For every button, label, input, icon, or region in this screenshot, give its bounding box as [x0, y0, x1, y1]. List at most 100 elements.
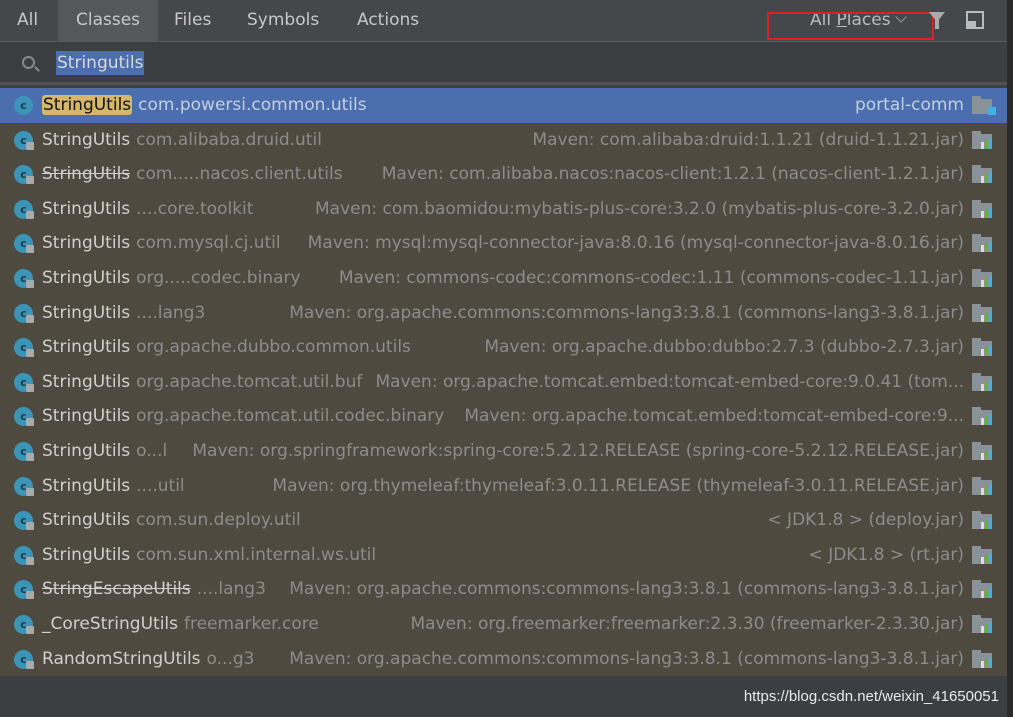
class-name: StringUtils com.sun.deploy.util [42, 503, 301, 537]
lock-icon [26, 418, 34, 427]
location-text: Maven: org.apache.dubbo:dubbo:2.7.3 (dub… [484, 337, 964, 358]
library-icon [972, 476, 994, 496]
tab-actions[interactable]: Actions [340, 0, 436, 42]
lock-icon [26, 556, 34, 565]
lock-icon [26, 349, 34, 358]
class-name-text: StringUtils [42, 510, 131, 531]
list-item[interactable]: c StringUtils ....core.toolkit Maven: com… [0, 192, 1007, 227]
list-item[interactable]: c StringUtils org.apache.dubbo.common.uti… [0, 330, 1007, 365]
lock-icon [26, 245, 34, 254]
class-name-text: StringUtils [42, 406, 131, 427]
package-name: org.apache.dubbo.common.utils [136, 337, 411, 358]
match-highlight: StringUtils [42, 95, 133, 115]
location-text: Maven: org.freemarker:freemarker:2.3.30 … [410, 613, 964, 634]
lock-icon [26, 279, 34, 288]
list-item[interactable]: c StringEscapeUtils ....lang3 Maven: org.… [0, 572, 1007, 607]
location-text: < JDK1.8 > (rt.jar) [808, 544, 964, 565]
lock-icon [26, 176, 34, 185]
package-name: o...g3 [206, 648, 255, 669]
location-text: Maven: com.baomidou:mybatis-plus-core:3.… [314, 198, 964, 219]
list-item[interactable]: c StringUtils o...l Maven: org.springfram… [0, 434, 1007, 469]
lock-icon [26, 141, 34, 150]
class-name-text: RandomStringUtils [42, 648, 201, 669]
list-item[interactable]: c StringUtils com.mysql.cj.util Maven: my… [0, 226, 1007, 261]
class-name: StringUtils org.....codec.binary [42, 261, 301, 295]
class-name: StringUtils com.powersi.common.utils [42, 88, 367, 122]
class-name: StringUtils com.sun.xml.internal.ws.util [42, 538, 376, 572]
package-name: com.sun.deploy.util [136, 510, 301, 531]
footer: https://blog.csdn.net/weixin_41650051 [0, 676, 1007, 717]
class-name: StringUtils com.alibaba.druid.util [42, 123, 322, 157]
list-item[interactable]: c StringUtils com.sun.xml.internal.ws.uti… [0, 538, 1007, 573]
tab-all[interactable]: All [0, 0, 55, 42]
annotation-red-box [767, 12, 934, 40]
lock-icon [26, 591, 34, 600]
list-item[interactable]: c StringUtils com.sun.deploy.util < JDK1.… [0, 503, 1007, 538]
class-name-text: StringUtils [42, 440, 131, 461]
list-item[interactable]: c StringUtils org.apache.tomcat.util.buf … [0, 365, 1007, 400]
results-list: c StringUtils com.powersi.common.utils po… [0, 88, 1007, 676]
list-item[interactable]: c _CoreStringUtils freemarker.core Maven:… [0, 607, 1007, 642]
package-name: org.apache.tomcat.util.buf [136, 371, 363, 392]
library-icon [972, 165, 994, 184]
list-item[interactable]: c StringUtils org.....codec.binary Maven:… [0, 261, 1007, 296]
location-text: Maven: org.springframework:spring-core:5… [192, 440, 964, 461]
lock-icon [26, 625, 34, 634]
class-icon: c [14, 96, 33, 115]
class-name-text: StringUtils [42, 475, 131, 496]
library-icon [972, 441, 994, 461]
lock-icon [26, 383, 34, 392]
class-name-text: StringUtils [42, 267, 131, 288]
filter-icon[interactable] [929, 12, 945, 29]
watermark: https://blog.csdn.net/weixin_41650051 [743, 688, 999, 705]
location-text: Maven: mysql:mysql-connector-java:8.0.16… [307, 233, 964, 254]
class-name: StringUtils ....lang3 [42, 296, 205, 330]
list-item[interactable]: c StringUtils ....util Maven: org.thymele… [0, 469, 1007, 504]
tab-classes[interactable]: Classes [58, 0, 159, 42]
package-name: com.sun.xml.internal.ws.util [136, 544, 377, 565]
list-item[interactable]: c StringUtils com.....nacos.client.utils … [0, 157, 1007, 192]
class-name: StringUtils com.mysql.cj.util [42, 226, 281, 260]
search-icon [22, 56, 35, 69]
open-in-window-icon[interactable] [966, 11, 984, 29]
library-icon [972, 614, 994, 634]
search-input[interactable]: Stringutils [56, 51, 145, 75]
location-text: Maven: commons-codec:commons-codec:1.11 … [338, 267, 964, 288]
class-name-text: StringUtils [42, 233, 131, 254]
library-icon [972, 580, 994, 599]
location-text: Maven: com.alibaba:druid:1.1.21 (druid-1… [532, 129, 964, 150]
tab-symbols[interactable]: Symbols [230, 0, 336, 42]
class-name-text: StringUtils [42, 371, 131, 392]
location-text: Maven: org.apache.commons:commons-lang3:… [289, 579, 964, 600]
module-folder-icon [972, 96, 996, 115]
list-item[interactable]: c StringUtils com.powersi.common.utils po… [0, 88, 1007, 123]
library-icon [972, 407, 994, 426]
package-name: org.....codec.binary [136, 267, 301, 288]
package-name: ....util [136, 475, 185, 496]
location-text: Maven: org.apache.commons:commons-lang3:… [289, 648, 964, 669]
location-text: Maven: com.alibaba.nacos:nacos-client:1.… [381, 164, 964, 185]
list-item[interactable]: c RandomStringUtils o...g3 Maven: org.apa… [0, 642, 1007, 677]
class-name-text: StringUtils [42, 544, 131, 565]
class-name: RandomStringUtils o...g3 [42, 642, 254, 676]
class-name: StringUtils org.apache.tomcat.util.buf [42, 365, 362, 399]
tab-files[interactable]: Files [157, 0, 228, 42]
location-text: Maven: org.thymeleaf:thymeleaf:3.0.11.RE… [272, 475, 964, 496]
lock-icon [26, 452, 34, 461]
class-name: StringUtils org.apache.tomcat.util.codec.… [42, 399, 444, 433]
class-name-text: _CoreStringUtils [42, 613, 178, 634]
list-item[interactable]: c StringUtils org.apache.tomcat.util.code… [0, 399, 1007, 434]
search-tabs: All Classes Files Symbols Actions All Pl… [0, 0, 1007, 42]
lock-icon [26, 660, 34, 669]
location-text: portal-comm [855, 95, 964, 115]
library-icon [972, 511, 994, 530]
class-name-text: StringEscapeUtils [42, 579, 191, 600]
class-name: StringUtils ....core.toolkit [42, 192, 253, 226]
class-name-text: StringUtils [42, 337, 131, 358]
location-text: Maven: org.apache.tomcat.embed:tomcat-em… [464, 406, 964, 427]
package-name: ....core.toolkit [136, 198, 254, 219]
list-item[interactable]: c StringUtils ....lang3 Maven: org.apache… [0, 296, 1007, 331]
list-item[interactable]: c StringUtils com.alibaba.druid.util Mave… [0, 123, 1007, 158]
package-name: com.mysql.cj.util [136, 233, 281, 254]
library-icon [972, 199, 994, 219]
